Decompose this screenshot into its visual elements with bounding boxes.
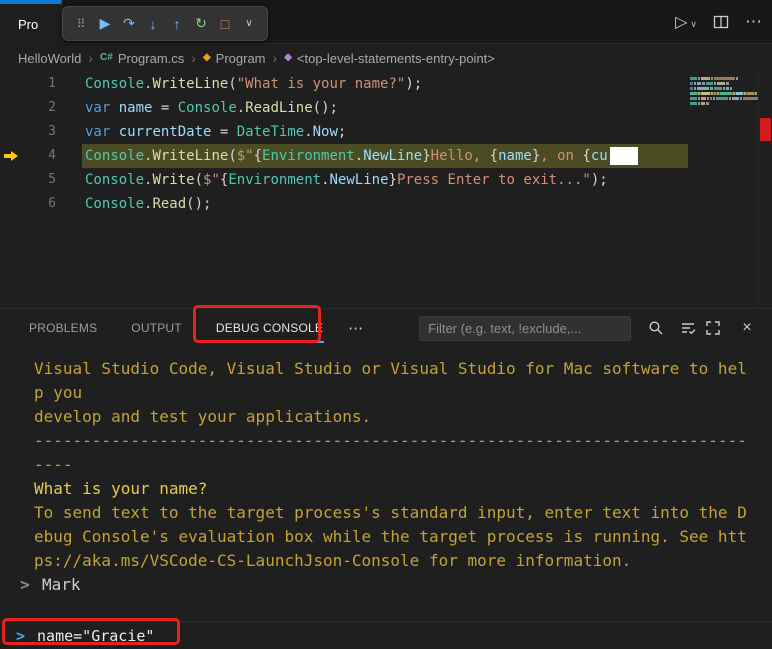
line-number: 1 — [30, 72, 56, 96]
code-line-1[interactable]: 1Console.WriteLine("What is your name?")… — [0, 72, 688, 96]
breadcrumb-item[interactable]: C# Program.cs — [100, 51, 184, 66]
line-number: 4 — [30, 144, 56, 168]
breadcrumb-item[interactable]: ◆ <top-level-statements-entry-point> — [284, 51, 495, 66]
play-icon: ▷ — [675, 12, 687, 32]
breakpoint-gutter-current[interactable] — [0, 144, 30, 168]
minimap[interactable] — [688, 72, 758, 308]
breadcrumb-item[interactable]: HelloWorld — [18, 51, 81, 66]
line-number: 2 — [30, 96, 56, 120]
minimap-line — [690, 92, 756, 95]
csharp-file-icon: C# — [100, 53, 113, 63]
panel-tabs: PROBLEMSOUTPUTDEBUG CONSOLE — [12, 309, 340, 347]
code-line-5[interactable]: 5Console.Write($"{Environment.NewLine}Pr… — [0, 168, 688, 192]
drag-handle[interactable]: ⠿ — [69, 11, 93, 37]
minimap-line — [690, 82, 756, 85]
symbol-method-icon: ◆ — [284, 53, 292, 63]
debug-console-input[interactable]: > name="Gracie" — [0, 621, 772, 649]
breadcrumb-label: HelloWorld — [18, 51, 81, 66]
console-input-text[interactable]: name="Gracie" — [37, 627, 154, 645]
search-icon — [648, 320, 664, 336]
debug-line-marker — [760, 118, 771, 141]
step-over-button[interactable]: ↷ — [117, 11, 141, 37]
maximize-panel-button[interactable] — [702, 317, 724, 339]
code-text: Console.WriteLine("What is your name?"); — [56, 72, 422, 96]
editor-more-actions-button[interactable]: ⋯ — [745, 12, 762, 32]
minimap-line — [690, 97, 756, 100]
console-input-echo: >Mark — [42, 573, 764, 597]
breakpoint-gutter[interactable] — [0, 192, 30, 216]
code-line-3[interactable]: 3var currentDate = DateTime.Now; — [0, 120, 688, 144]
code-editor: 1Console.WriteLine("What is your name?")… — [0, 72, 772, 308]
code-line-6[interactable]: 6Console.Read(); — [0, 192, 688, 216]
maximize-panel-icon — [705, 320, 721, 336]
more-dropdown-button[interactable]: ∨ — [237, 11, 261, 37]
debug-current-line-arrow-icon — [4, 151, 18, 161]
line-number: 5 — [30, 168, 56, 192]
breadcrumb-label: Program.cs — [118, 51, 184, 66]
continue-button[interactable]: ▶ — [93, 11, 117, 37]
minimap-line — [690, 102, 756, 105]
console-output-line: ----------------------------------------… — [34, 429, 756, 477]
breakpoint-gutter[interactable] — [0, 168, 30, 192]
code-line-2[interactable]: 2var name = Console.ReadLine(); — [0, 96, 688, 120]
console-output-line: Visual Studio Code, Visual Studio or Vis… — [34, 357, 756, 405]
breakpoint-gutter[interactable] — [0, 96, 30, 120]
overview-ruler — [758, 72, 772, 308]
split-editor-button[interactable] — [713, 14, 729, 30]
step-out-button[interactable]: ↑ — [165, 11, 189, 37]
breadcrumb: HelloWorld › C# Program.cs › ◆ Program › ◆ <top-l… — [0, 44, 772, 72]
code-text: Console.Write($"{Environment.NewLine}Pre… — [56, 168, 608, 192]
code-text: Console.Read(); — [56, 192, 211, 216]
code-line-4[interactable]: 4Console.WriteLine($"{Environment.NewLin… — [0, 144, 688, 168]
panel-more-tabs-button[interactable]: ⋯ — [340, 319, 371, 337]
restart-button[interactable]: ↻ — [189, 11, 213, 37]
chevron-right-icon: › — [191, 50, 196, 66]
chevron-down-icon: ∨ — [690, 19, 697, 30]
minimap-line — [690, 87, 756, 90]
editor-tab-bar: Pro ▷ ∨ ⋯ ⠿▶↷↓↑↻□∨ — [0, 0, 772, 44]
clipped-text-block — [610, 147, 638, 165]
code-text: var currentDate = DateTime.Now; — [56, 120, 346, 144]
console-prompt-icon: > — [16, 627, 25, 645]
breakpoint-gutter[interactable] — [0, 72, 30, 96]
console-output-line: What is your name? — [34, 477, 756, 501]
split-editor-icon — [713, 14, 729, 30]
symbol-class-icon: ◆ — [203, 53, 211, 63]
console-output-line: develop and test your applications. — [34, 405, 756, 429]
tab-label: Pro — [18, 17, 38, 32]
breakpoint-gutter[interactable] — [0, 120, 30, 144]
debug-toolbar: ⠿▶↷↓↑↻□∨ — [62, 6, 268, 41]
console-output[interactable]: Visual Studio Code, Visual Studio or Vis… — [0, 347, 772, 622]
line-number: 3 — [30, 120, 56, 144]
code-text: Console.WriteLine($"{Environment.NewLine… — [56, 144, 638, 168]
panel-tab-debug-console[interactable]: DEBUG CONSOLE — [199, 309, 340, 347]
breadcrumb-label: Program — [216, 51, 266, 66]
run-or-debug-button[interactable]: ▷ ∨ — [675, 12, 697, 32]
tab-program-cs[interactable]: Pro — [0, 0, 62, 44]
line-number: 6 — [30, 192, 56, 216]
filter-lines-icon — [680, 320, 696, 336]
breadcrumb-item[interactable]: ◆ Program — [203, 51, 266, 66]
vscode-window: Pro ▷ ∨ ⋯ ⠿▶↷↓↑↻□∨ HelloWorld›C#Program.… — [0, 0, 772, 649]
step-into-button[interactable]: ↓ — [141, 11, 165, 37]
panel-tab-problems[interactable]: PROBLEMS — [12, 309, 114, 347]
panel-tab-output[interactable]: OUTPUT — [114, 309, 199, 347]
filter-input[interactable] — [419, 316, 631, 341]
minimap-line — [690, 77, 756, 80]
console-output-line: To send text to the target process's sta… — [34, 501, 756, 573]
code-text: var name = Console.ReadLine(); — [56, 96, 338, 120]
search-button[interactable] — [645, 317, 667, 339]
close-panel-button[interactable]: × — [736, 317, 758, 339]
chevron-right-icon: › — [88, 50, 93, 66]
breadcrumb-label: <top-level-statements-entry-point> — [297, 51, 495, 66]
input-echo-arrow-icon: > — [20, 573, 30, 597]
chevron-right-icon: › — [273, 50, 278, 66]
filter-options-button[interactable] — [677, 317, 699, 339]
editor-actions: ▷ ∨ ⋯ — [675, 0, 762, 44]
panel-header: PROBLEMSOUTPUTDEBUG CONSOLE ⋯ — [0, 309, 772, 347]
code-area: 1Console.WriteLine("What is your name?")… — [0, 72, 688, 216]
stop-button[interactable]: □ — [213, 11, 237, 37]
bottom-panel: PROBLEMSOUTPUTDEBUG CONSOLE ⋯ — [0, 308, 772, 649]
